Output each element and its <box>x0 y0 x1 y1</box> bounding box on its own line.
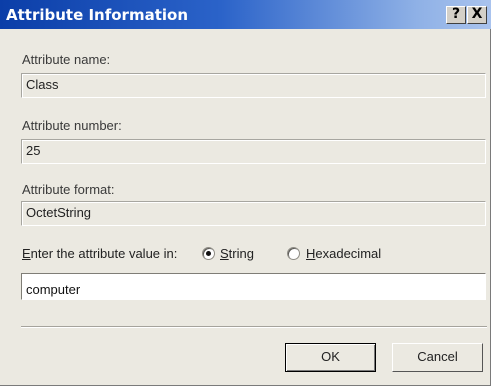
close-button[interactable]: X <box>467 6 487 24</box>
string-radio[interactable] <box>202 247 215 260</box>
value-format-label: Enter the attribute value in: <box>22 246 177 261</box>
ok-button[interactable]: OK <box>285 343 376 372</box>
attribute-format-field[interactable]: OctetString <box>21 201 486 226</box>
attribute-name-field[interactable]: Class <box>21 73 486 98</box>
value-format-label-hotkey: E <box>22 246 31 261</box>
attribute-format-label: Attribute format: <box>22 182 115 197</box>
attribute-name-label: Attribute name: <box>22 52 111 67</box>
radio-selected-dot <box>206 251 211 256</box>
help-button[interactable]: ? <box>446 6 466 24</box>
title-bar[interactable]: Attribute Information ? X <box>0 0 491 29</box>
dialog-title: Attribute Information <box>6 6 189 24</box>
separator <box>21 326 487 328</box>
string-radio-hotkey: S <box>220 246 229 261</box>
attribute-number-label: Attribute number: <box>22 118 122 133</box>
string-radio-label[interactable]: String <box>220 246 254 261</box>
hexadecimal-radio-label[interactable]: Hexadecimal <box>306 246 381 261</box>
attribute-value-input[interactable] <box>21 273 486 300</box>
attribute-number-field[interactable]: 25 <box>21 139 486 164</box>
hexadecimal-radio-label-text: exadecimal <box>315 246 382 261</box>
value-format-label-text: nter the attribute value in: <box>30 246 178 261</box>
cancel-button[interactable]: Cancel <box>392 343 483 372</box>
string-radio-label-text: tring <box>228 246 254 261</box>
hexadecimal-radio-hotkey: H <box>306 246 316 261</box>
attribute-information-dialog: Attribute Information ? X Attribute name… <box>0 0 491 386</box>
hexadecimal-radio[interactable] <box>287 247 300 260</box>
